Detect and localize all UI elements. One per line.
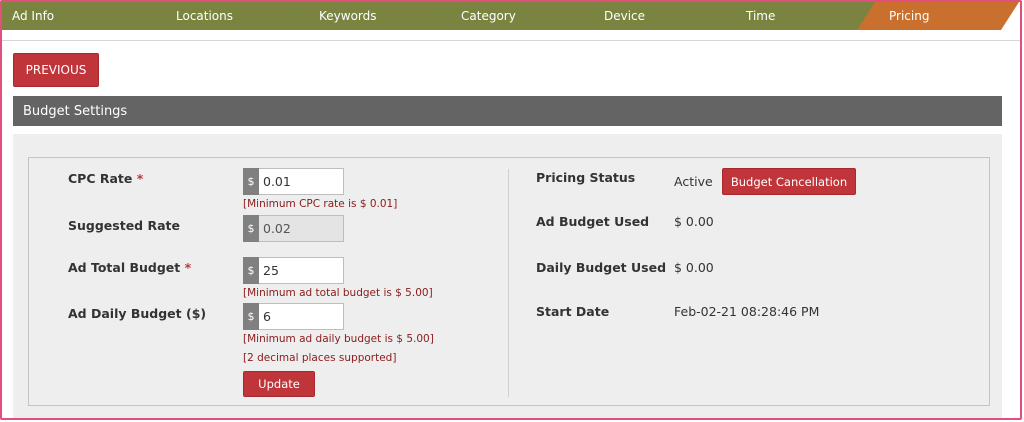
daily-budget-used-value: $ 0.00: [674, 260, 714, 275]
step-keywords[interactable]: Keywords: [287, 2, 449, 30]
required-marker: *: [136, 171, 144, 186]
ad-total-budget-label: Ad Total Budget *: [68, 260, 192, 275]
ad-daily-budget-input[interactable]: [259, 303, 344, 330]
ad-budget-used-value: $ 0.00: [674, 214, 714, 229]
step-label: Ad Info: [12, 9, 55, 23]
step-pricing[interactable]: Pricing: [857, 2, 1019, 30]
ad-total-budget-help: [Minimum ad total budget is $ 5.00]: [243, 287, 433, 299]
section-header: Budget Settings: [13, 96, 1002, 126]
cpc-rate-label: CPC Rate *: [68, 171, 144, 186]
currency-addon: $: [243, 257, 259, 284]
suggested-rate-group: $: [243, 215, 344, 242]
step-label: Locations: [176, 9, 234, 23]
start-date-value: Feb-02-21 08:28:46 PM: [674, 304, 820, 319]
step-category[interactable]: Category: [429, 2, 591, 30]
currency-addon: $: [243, 303, 259, 330]
pricing-status-value: Active: [674, 174, 713, 189]
section-title: Budget Settings: [23, 103, 128, 119]
page-frame: Ad Info Locations Keywords Category Devi…: [0, 0, 1022, 420]
currency-addon: $: [243, 168, 259, 195]
ad-daily-budget-group: $: [243, 303, 344, 330]
step-time[interactable]: Time: [714, 2, 876, 30]
ad-daily-budget-help: [Minimum ad daily budget is $ 5.00]: [243, 333, 434, 345]
step-ad-info[interactable]: Ad Info: [2, 2, 164, 30]
step-locations[interactable]: Locations: [144, 2, 306, 30]
step-label: Keywords: [319, 9, 377, 23]
ad-total-budget-group: $: [243, 257, 344, 284]
ad-daily-budget-label: Ad Daily Budget ($): [68, 306, 207, 321]
column-divider: [508, 169, 509, 397]
suggested-rate-label: Suggested Rate: [68, 218, 180, 233]
ad-budget-used-label: Ad Budget Used: [536, 214, 650, 229]
cpc-rate-input[interactable]: [259, 168, 344, 195]
cpc-rate-group: $: [243, 168, 344, 195]
start-date-label: Start Date: [536, 304, 610, 319]
update-button[interactable]: Update: [243, 371, 315, 397]
daily-budget-used-label: Daily Budget Used: [536, 260, 667, 275]
decimal-places-help: [2 decimal places supported]: [243, 352, 397, 364]
currency-addon: $: [243, 215, 259, 242]
budget-cancellation-button[interactable]: Budget Cancellation: [722, 168, 856, 195]
previous-button[interactable]: PREVIOUS: [13, 53, 99, 87]
cpc-rate-help: [Minimum CPC rate is $ 0.01]: [243, 198, 398, 210]
step-device[interactable]: Device: [572, 2, 734, 30]
suggested-rate-input: [259, 215, 344, 242]
pricing-status-label: Pricing Status: [536, 170, 636, 185]
ad-total-budget-input[interactable]: [259, 257, 344, 284]
wizard-steps: Ad Info Locations Keywords Category Devi…: [2, 2, 1022, 30]
step-label: Category: [461, 9, 516, 23]
divider: [2, 40, 1020, 41]
required-marker: *: [184, 260, 192, 275]
